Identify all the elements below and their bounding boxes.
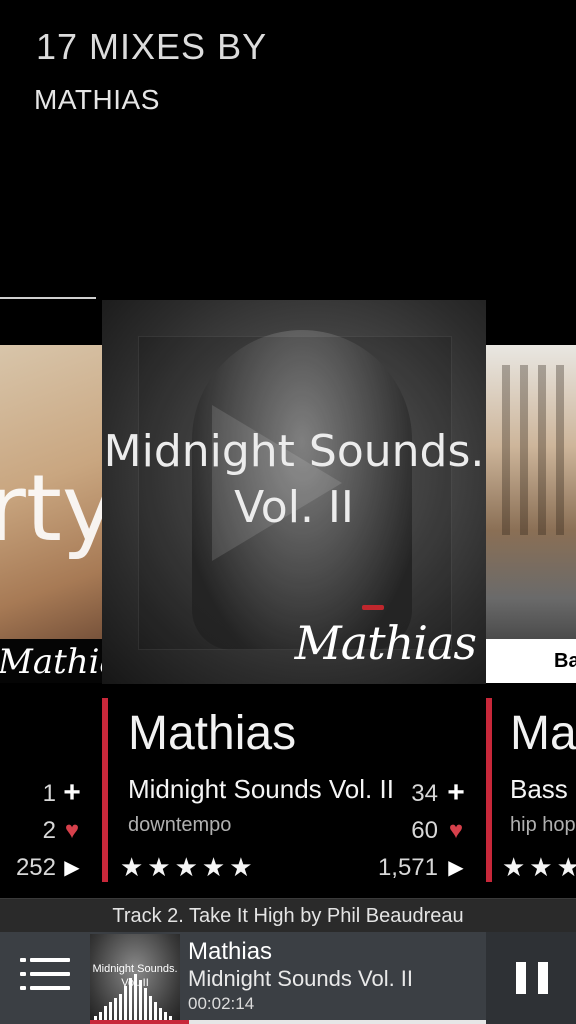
prev-plays-count: 252 xyxy=(15,854,56,881)
page-indicator xyxy=(0,297,96,299)
card-mix-title[interactable]: Midnight Sounds Vol. II xyxy=(128,774,394,805)
now-playing-time: 00:02:14 xyxy=(188,994,255,1013)
next-card-mix-title[interactable]: Bass xyxy=(510,774,568,805)
next-card-genre[interactable]: hip hop xyxy=(510,814,576,837)
prev-likes-count: 2 xyxy=(42,817,56,844)
card-artist[interactable]: Mathias xyxy=(128,706,296,761)
previous-cover-text: rty xyxy=(0,455,102,562)
card-accent-bar xyxy=(102,698,108,882)
waveform-icon xyxy=(90,974,180,1024)
heart-icon[interactable]: ♥ xyxy=(444,817,468,845)
previous-mix-cover[interactable]: rty Mathias xyxy=(0,345,102,683)
next-cover-image xyxy=(492,365,572,535)
card-genre[interactable]: downtempo xyxy=(128,814,231,837)
next-cover-text: Ba xyxy=(554,650,576,672)
card-plays-count: 1,571 xyxy=(377,854,438,881)
cover-brand-logo: Mathias xyxy=(294,616,477,670)
page-header: 17 MIXES BY MATHIAS xyxy=(0,0,576,300)
play-count-icon: ▶ xyxy=(448,857,464,879)
current-mix-cover[interactable]: Midnight Sounds. Vol. II Mathias xyxy=(102,300,486,684)
next-mix-cover[interactable]: Ba xyxy=(486,345,576,683)
pause-icon-bar-right xyxy=(538,962,548,994)
heart-icon[interactable]: ♥ xyxy=(60,817,84,845)
page-subtitle: MATHIAS xyxy=(34,84,160,115)
cover-title-line1: Midnight Sounds. xyxy=(103,426,485,477)
prev-adds-count: 1 xyxy=(42,780,56,807)
now-playing-title[interactable]: Midnight Sounds Vol. II xyxy=(188,966,413,992)
card-rating-stars[interactable]: ★★★★★ xyxy=(120,852,257,883)
playback-progress-bar[interactable] xyxy=(180,1020,486,1024)
previous-cover-logo: Mathias xyxy=(0,639,102,683)
mix-info-panel: 1 + 2 ♥ 252 ▶ Mathias Midnight Sounds Vo… xyxy=(0,684,576,898)
svg-text:Mathias: Mathias xyxy=(0,642,102,682)
cover-title: Midnight Sounds. Vol. II xyxy=(102,424,486,536)
cover-title-line2: Vol. II xyxy=(234,482,354,533)
menu-button[interactable] xyxy=(20,958,70,998)
playback-progress-fill xyxy=(180,1020,190,1024)
card-adds-count: 34 xyxy=(411,780,438,807)
brand-accent xyxy=(362,605,384,610)
player-bar: Midnight Sounds. Vol. II Mathias Midnigh… xyxy=(0,932,576,1024)
pause-icon-bar-left xyxy=(516,962,526,994)
next-card-artist[interactable]: Ma xyxy=(510,706,576,761)
play-count-icon: ▶ xyxy=(64,857,80,879)
next-card-rating-stars[interactable]: ★★★ xyxy=(502,852,576,883)
next-card-accent-bar xyxy=(486,698,492,882)
add-icon[interactable]: + xyxy=(60,776,84,810)
track-info-text: Track 2. Take It High by Phil Beaudreau xyxy=(112,905,464,927)
card-likes-count: 60 xyxy=(411,817,438,844)
pause-button[interactable] xyxy=(486,932,576,1024)
add-icon[interactable]: + xyxy=(444,776,468,810)
now-playing-artist[interactable]: Mathias xyxy=(188,938,272,966)
mix-carousel[interactable]: rty Mathias Midnight Sounds. Vol. II Mat… xyxy=(0,300,576,684)
now-playing-track-strip[interactable]: Track 2. Take It High by Phil Beaudreau xyxy=(0,898,576,933)
page-title: 17 MIXES BY xyxy=(36,26,268,67)
